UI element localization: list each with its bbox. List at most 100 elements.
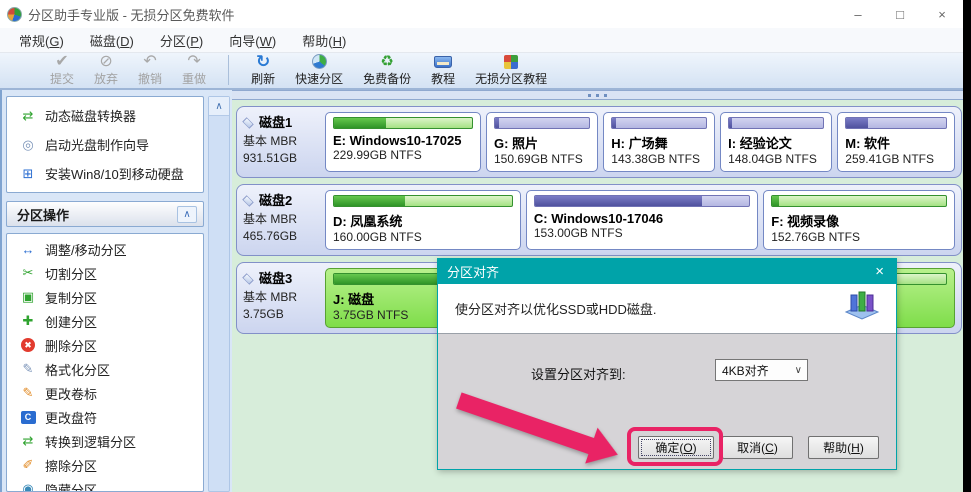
- splitter-dot: [596, 94, 599, 97]
- copy-partition-icon: ▣: [19, 289, 37, 305]
- app-logo-icon: [7, 7, 22, 22]
- usage-bar: [845, 117, 947, 129]
- menu-disk[interactable]: 磁盘(D): [77, 28, 147, 53]
- partition-size: 148.04GB NTFS: [728, 152, 824, 166]
- dialog-header: 使分区对齐以优化SSD或HDD磁盘.: [438, 284, 896, 334]
- sidebar-item-change-drive-letter[interactable]: C 更改盘符: [7, 405, 203, 429]
- partition-i[interactable]: I: 经验论文 148.04GB NTFS: [720, 112, 832, 172]
- sidebar-item-dynamic-disk-converter[interactable]: ⇄ 动态磁盘转换器: [7, 101, 203, 130]
- wizards-panel: ⇄ 动态磁盘转换器 ◎ 启动光盘制作向导 ⊞ 安装Win8/10到移动硬盘: [6, 96, 204, 193]
- scrollbar-up-arrow-icon[interactable]: ∧: [209, 97, 229, 116]
- redo-button[interactable]: ↷ 重做: [172, 53, 216, 87]
- sidebar-item-label: 切割分区: [45, 264, 97, 283]
- usage-bar: [728, 117, 824, 129]
- button-label: 确定(: [655, 439, 683, 456]
- close-button[interactable]: ×: [921, 0, 963, 28]
- menu-label: ): [342, 34, 346, 49]
- undo-button[interactable]: ↶ 撤销: [128, 53, 172, 87]
- disk3-info[interactable]: 磁盘3 基本 MBR 3.75GB: [243, 268, 321, 328]
- dialog-close-icon[interactable]: ×: [872, 263, 887, 280]
- sidebar-item-resize-move[interactable]: ↔ 调整/移动分区: [7, 237, 203, 261]
- panel-splitter[interactable]: [232, 90, 963, 100]
- menu-mnemonic: G: [49, 34, 59, 49]
- disk-size: 465.76GB: [243, 228, 321, 245]
- free-backup-button[interactable]: ♻ 免费备份: [353, 53, 421, 87]
- minimize-button[interactable]: –: [837, 0, 879, 28]
- tutorial-button[interactable]: 教程: [421, 53, 465, 87]
- partition-f[interactable]: F: 视频录像 152.76GB NTFS: [763, 190, 955, 250]
- partition-c[interactable]: C: Windows10-17046 153.00GB NTFS: [526, 190, 758, 250]
- toolbar-label: 刷新: [251, 70, 275, 87]
- partition-d[interactable]: D: 凤凰系统 160.00GB NTFS: [325, 190, 521, 250]
- resize-move-partition-icon: ↔: [19, 241, 37, 257]
- sidebar-item-delete-partition[interactable]: ✖ 删除分区: [7, 333, 203, 357]
- quick-partition-button[interactable]: 快速分区: [285, 53, 353, 87]
- lossless-tutorial-button[interactable]: 无损分区教程: [465, 53, 557, 87]
- alignment-dropdown[interactable]: 4KB对齐 ∨: [715, 359, 808, 381]
- partition-e[interactable]: E: Windows10-17025 229.99GB NTFS: [325, 112, 481, 172]
- menu-label: ): [272, 34, 276, 49]
- refresh-button[interactable]: ↻ 刷新: [241, 53, 285, 87]
- sidebar-item-split-partition[interactable]: ✂ 切割分区: [7, 261, 203, 285]
- dialog-title-bar[interactable]: 分区对齐 ×: [438, 259, 896, 284]
- sidebar-item-label: 隐藏分区: [45, 480, 97, 492]
- collapse-chevron-icon[interactable]: ∧: [177, 206, 197, 223]
- usage-bar: [494, 117, 590, 129]
- disk-icon: [242, 274, 253, 285]
- sidebar-item-convert-logical[interactable]: ⇄ 转换到逻辑分区: [7, 429, 203, 453]
- cancel-button[interactable]: 取消(C): [722, 436, 793, 459]
- sidebar-item-hide-partition[interactable]: ◉ 隐藏分区: [7, 477, 203, 492]
- partition-label: D: 凤凰系统: [333, 211, 513, 230]
- partition-h[interactable]: H: 广场舞 143.38GB NTFS: [603, 112, 715, 172]
- sidebar-item-format-partition[interactable]: ✎ 格式化分区: [7, 357, 203, 381]
- sidebar-item-label: 擦除分区: [45, 456, 97, 475]
- disk2-info[interactable]: 磁盘2 基本 MBR 465.76GB: [243, 190, 321, 250]
- sidebar-scrollbar[interactable]: ∧: [208, 96, 230, 492]
- maximize-button[interactable]: □: [879, 0, 921, 28]
- toolbar-label: 免费备份: [363, 70, 411, 87]
- menu-label: 常规(: [19, 34, 49, 49]
- title-bar: 分区助手专业版 - 无损分区免费软件 – □ ×: [0, 0, 963, 28]
- sidebar-item-win-to-go[interactable]: ⊞ 安装Win8/10到移动硬盘: [7, 159, 203, 188]
- sidebar-item-label: 复制分区: [45, 288, 97, 307]
- chevron-down-icon: ∨: [795, 365, 807, 376]
- menu-partition[interactable]: 分区(P): [147, 28, 216, 53]
- discard-button[interactable]: ⊘ 放弃: [84, 53, 128, 87]
- sidebar-item-create-partition[interactable]: ✚ 创建分区: [7, 309, 203, 333]
- sidebar-item-label: 更改盘符: [45, 408, 97, 427]
- section-title: 分区操作: [17, 205, 177, 224]
- usage-bar: [333, 195, 513, 207]
- disk-icon: [242, 196, 253, 207]
- sidebar-item-wipe-partition[interactable]: ✐ 擦除分区: [7, 453, 203, 477]
- sidebar: ⇄ 动态磁盘转换器 ◎ 启动光盘制作向导 ⊞ 安装Win8/10到移动硬盘: [0, 90, 232, 492]
- menu-mnemonic: W: [260, 34, 272, 49]
- sidebar-item-boot-cd-wizard[interactable]: ◎ 启动光盘制作向导: [7, 130, 203, 159]
- menu-general[interactable]: 常规(G): [6, 28, 77, 53]
- partition-g[interactable]: G: 照片 150.69GB NTFS: [486, 112, 598, 172]
- disk1-group: 磁盘1 基本 MBR 931.51GB E: Windows10-17025 2…: [236, 106, 962, 178]
- disk-icon: [242, 118, 253, 129]
- menu-help[interactable]: 帮助(H): [289, 28, 359, 53]
- disk-name: 磁盘2: [259, 192, 292, 211]
- ok-button[interactable]: 确定(O): [638, 436, 714, 459]
- partition-label: H: 广场舞: [611, 133, 707, 152]
- usage-bar: [534, 195, 750, 207]
- convert-logical-icon: ⇄: [19, 433, 37, 449]
- change-label-icon: ✎: [19, 385, 37, 401]
- button-label: ): [774, 441, 778, 455]
- window-title: 分区助手专业版 - 无损分区免费软件: [28, 5, 235, 24]
- commit-button[interactable]: ✔ 提交: [40, 53, 84, 87]
- toolbar-label: 撤销: [138, 70, 162, 87]
- partition-m[interactable]: M: 软件 259.41GB NTFS: [837, 112, 955, 172]
- menu-wizard[interactable]: 向导(W): [216, 28, 289, 53]
- partition-label: I: 经验论文: [728, 133, 824, 152]
- disk1-info[interactable]: 磁盘1 基本 MBR 931.51GB: [243, 112, 321, 172]
- format-partition-icon: ✎: [19, 361, 37, 377]
- help-button[interactable]: 帮助(H): [808, 436, 879, 459]
- sidebar-item-change-label[interactable]: ✎ 更改卷标: [7, 381, 203, 405]
- create-partition-icon: ✚: [19, 313, 37, 329]
- button-mnemonic: O: [683, 441, 692, 455]
- disk-size: 931.51GB: [243, 150, 321, 167]
- sidebar-item-copy-partition[interactable]: ▣ 复制分区: [7, 285, 203, 309]
- window-controls: – □ ×: [837, 0, 963, 28]
